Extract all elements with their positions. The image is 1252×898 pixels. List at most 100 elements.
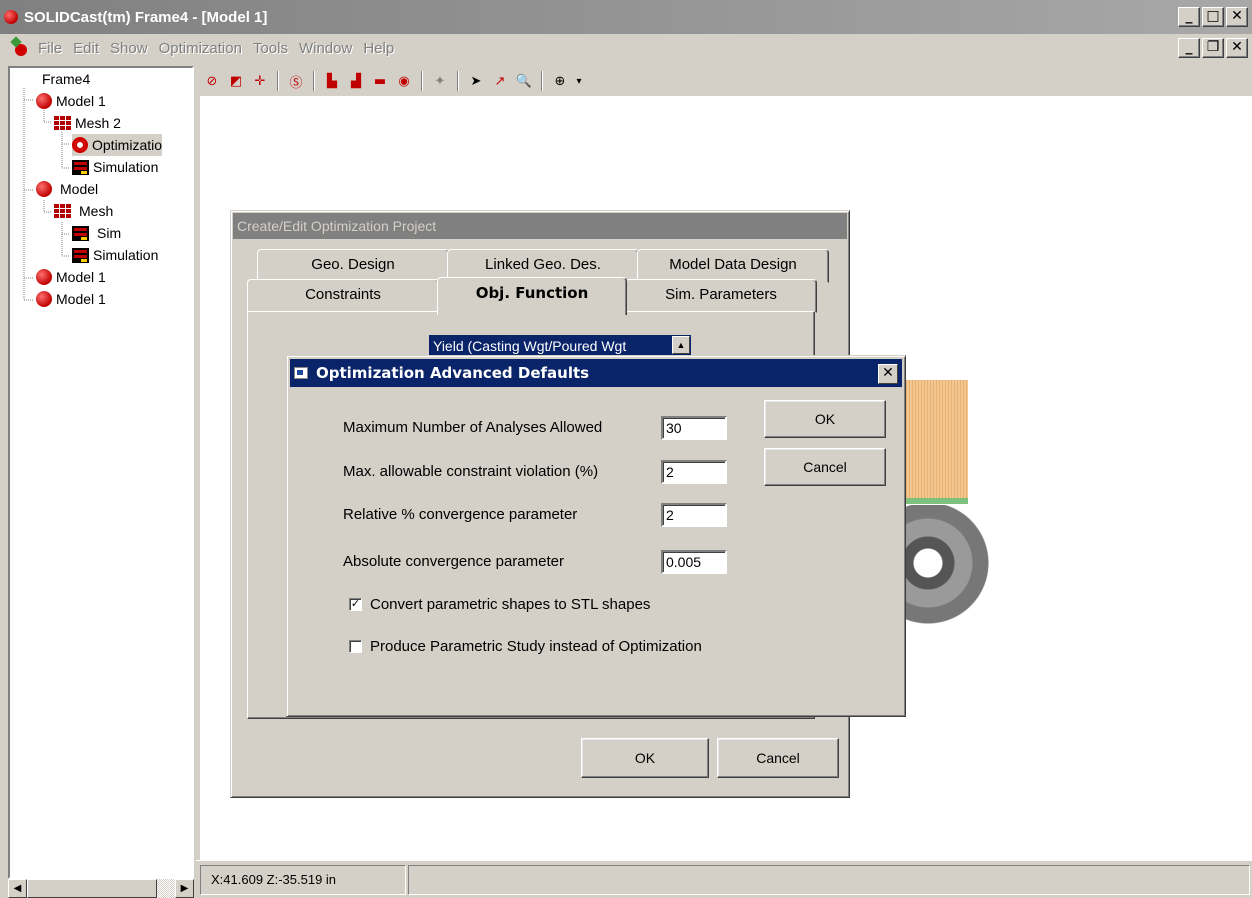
max-analyses-input[interactable]: 30	[661, 416, 727, 440]
tree-item-model[interactable]: Model 1	[36, 288, 106, 310]
model-ball-icon	[36, 93, 52, 109]
tree-item-label: Optimizatio	[92, 137, 163, 153]
tree-item-simulation[interactable]: Simulation	[72, 244, 158, 266]
document-icon[interactable]	[12, 38, 32, 58]
tree-item-label: Mesh	[79, 203, 114, 219]
project-ok-button[interactable]: OK	[581, 738, 709, 778]
relative-convergence-input[interactable]: 2	[661, 503, 727, 527]
tab-obj-function[interactable]: Obj. Function	[437, 277, 627, 315]
model-base-shape	[904, 498, 968, 504]
model-ball-icon	[36, 181, 52, 197]
minimize-button[interactable]: _	[1178, 7, 1200, 27]
s-circle-icon[interactable]: Ⓢ	[286, 71, 306, 91]
objective-function-select[interactable]: Yield (Casting Wgt/Poured Wgt ▲	[429, 335, 691, 357]
crosshair-icon[interactable]: ✛	[250, 71, 270, 91]
tree-item-label: Model 1	[56, 269, 106, 285]
max-analyses-label: Maximum Number of Analyses Allowed	[343, 419, 603, 436]
tree-item-label: Mesh 2	[75, 115, 121, 131]
menu-edit[interactable]: Edit	[73, 40, 99, 57]
tree-item-label: Sim	[97, 225, 122, 241]
zoom-menu-icon[interactable]: ⊕	[550, 71, 570, 91]
tree-item-model[interactable]: Model	[36, 178, 98, 200]
absolute-convergence-input[interactable]: 0.005	[661, 550, 727, 574]
tree-item-model[interactable]: Model 1	[36, 266, 106, 288]
tree-item-label: Model 1	[56, 291, 106, 307]
app-icon[interactable]	[4, 10, 18, 24]
edit-shape-icon[interactable]: ◩	[226, 71, 246, 91]
toolbar: ⊘ ◩ ✛ Ⓢ ▙ ▟ ▬ ◉ ✦ ➤ ↗ 🔍 ⊕ ▾	[196, 66, 1252, 96]
model-ball-icon	[36, 269, 52, 285]
checkbox-unchecked-icon[interactable]	[349, 640, 362, 653]
checkbox-label: Convert parametric shapes to STL shapes	[370, 596, 651, 613]
tab-geo-design[interactable]: Geo. Design	[257, 249, 449, 283]
magic-wand-icon[interactable]: ✦	[430, 71, 450, 91]
yz-view-icon[interactable]: ▟	[346, 71, 366, 91]
chevron-up-icon[interactable]: ▲	[672, 336, 690, 354]
doc-close-button[interactable]: ✕	[1226, 38, 1248, 58]
mesh-icon	[54, 116, 71, 130]
zoom-icon[interactable]: 🔍	[514, 71, 534, 91]
project-cancel-button[interactable]: Cancel	[717, 738, 839, 778]
parametric-study-checkbox[interactable]: Produce Parametric Study instead of Opti…	[349, 638, 702, 655]
menu-bar: File Edit Show Optimization Tools Window…	[0, 34, 1252, 62]
maximize-button[interactable]: □	[1202, 7, 1224, 27]
advanced-cancel-button[interactable]: Cancel	[764, 448, 886, 486]
coordinates-readout: X:41.609 Z:-35.519 in	[200, 864, 406, 895]
toolbar-separator	[313, 71, 315, 91]
scroll-left-button[interactable]: ◀	[8, 879, 27, 898]
no-entry-icon[interactable]: ⊘	[202, 71, 222, 91]
convert-stl-checkbox[interactable]: ✓ Convert parametric shapes to STL shape…	[349, 596, 650, 613]
menu-optimization[interactable]: Optimization	[159, 40, 242, 57]
tree-item-frame[interactable]: Frame4	[38, 68, 90, 90]
dialog-title-bar: Optimization Advanced Defaults ✕	[290, 359, 902, 387]
project-tree[interactable]: Frame4 Model 1 Mesh 2 Optimizatio Simula…	[8, 66, 194, 879]
rotate-view-icon[interactable]: ◉	[394, 71, 414, 91]
tab-constraints[interactable]: Constraints	[247, 279, 439, 313]
scroll-right-button[interactable]: ▶	[175, 879, 194, 898]
toolbar-separator	[421, 71, 423, 91]
constraint-violation-label: Max. allowable constraint violation (%)	[343, 463, 599, 480]
status-bar: X:41.609 Z:-35.519 in	[196, 860, 1252, 898]
title-bar: SOLIDCast(tm) Frame4 - [Model 1] _ □ ✕	[0, 0, 1252, 34]
pointer-icon[interactable]: ➤	[466, 71, 486, 91]
tree-item-optimization[interactable]: Optimizatio	[72, 134, 163, 156]
menu-show[interactable]: Show	[110, 40, 148, 57]
menu-window[interactable]: Window	[299, 40, 352, 57]
optimization-icon	[72, 137, 88, 153]
tree-horizontal-scrollbar[interactable]: ◀ ▶	[8, 879, 194, 898]
tree-item-label: Model	[60, 181, 99, 197]
menu-help[interactable]: Help	[363, 40, 394, 57]
simulation-icon	[72, 247, 89, 263]
doc-restore-button[interactable]: ❐	[1202, 38, 1224, 58]
checkbox-checked-icon[interactable]: ✓	[349, 598, 362, 611]
tab-model-data-design[interactable]: Model Data Design	[637, 249, 829, 283]
mesh-icon	[54, 204, 71, 218]
toolbar-separator	[277, 71, 279, 91]
doc-minimize-button[interactable]: _	[1178, 38, 1200, 58]
window-title: SOLIDCast(tm) Frame4 - [Model 1]	[24, 8, 268, 26]
dialog-close-button[interactable]: ✕	[878, 364, 898, 384]
model-cylinder-shape	[904, 380, 968, 502]
status-pane-empty	[408, 864, 1250, 895]
model-ball-icon	[36, 291, 52, 307]
advanced-ok-button[interactable]: OK	[764, 400, 886, 438]
tree-item-simulation[interactable]: Sim	[72, 222, 121, 244]
xy-view-icon[interactable]: ▙	[322, 71, 342, 91]
menu-file[interactable]: File	[38, 40, 62, 57]
tree-item-simulation[interactable]: Simulation	[72, 156, 158, 178]
measure-icon[interactable]: ↗	[490, 71, 510, 91]
xz-view-icon[interactable]: ▬	[370, 71, 390, 91]
simulation-icon	[72, 159, 89, 175]
tree-item-mesh[interactable]: Mesh 2	[54, 112, 121, 134]
tree-item-mesh[interactable]: Mesh	[54, 200, 113, 222]
menu-tools[interactable]: Tools	[253, 40, 288, 57]
tree-item-label: Model 1	[56, 93, 106, 109]
tree-item-model[interactable]: Model 1	[36, 90, 106, 112]
constraint-violation-input[interactable]: 2	[661, 460, 727, 484]
chevron-down-icon[interactable]: ▾	[574, 71, 584, 91]
close-button[interactable]: ✕	[1226, 7, 1248, 27]
scroll-thumb[interactable]	[27, 879, 157, 898]
tab-sim-parameters[interactable]: Sim. Parameters	[625, 279, 817, 313]
tree-item-label: Simulation	[93, 247, 159, 263]
dialog-title: Optimization Advanced Defaults	[316, 364, 590, 382]
